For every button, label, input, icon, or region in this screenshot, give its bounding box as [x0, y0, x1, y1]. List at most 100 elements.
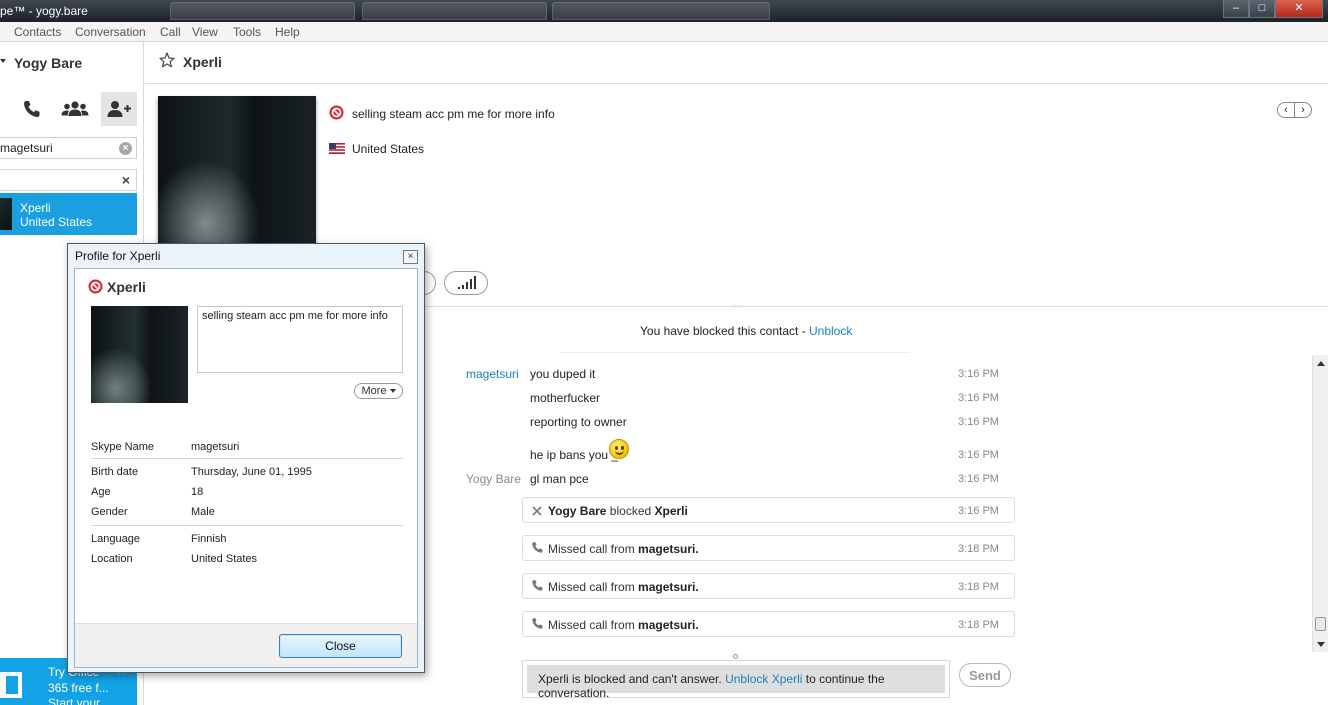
create-group-button[interactable] [57, 92, 93, 126]
scroll-thumb[interactable] [1315, 617, 1326, 631]
blocked-composer-banner: Xperli is blocked and can't answer. Unbl… [527, 665, 945, 700]
conversation-title: Xperli [183, 54, 222, 70]
phone-icon [24, 101, 40, 117]
call-quality-button[interactable] [444, 271, 488, 295]
event-text: Missed call from magetsuri. [548, 618, 699, 632]
dialog-profile-picture [91, 306, 188, 403]
contact-location: United States [20, 215, 93, 229]
dialog-close-icon[interactable]: × [403, 250, 418, 264]
chat-scrollbar[interactable] [1312, 355, 1328, 652]
missed-call-event: Missed call from magetsuri. 3:18 PM [522, 535, 1015, 561]
block-event: Yogy Bare blocked Xperli 3:16 PM [522, 497, 1015, 523]
ad-line-2: 365 free f... [48, 681, 109, 695]
dialog-body: Xperli selling steam acc pm me for more … [74, 268, 418, 668]
menu-conversation[interactable]: Conversation [75, 25, 146, 39]
previous-arrow-icon[interactable]: ‹ [1278, 103, 1294, 117]
menu-bar: Contacts Conversation Call View Tools He… [0, 22, 1328, 42]
close-icon [532, 506, 542, 516]
message-sender[interactable]: magetsuri [466, 367, 519, 381]
birth-date-label: Birth date [91, 466, 139, 478]
maximize-button[interactable]: □ [1249, 0, 1275, 18]
birth-date-value: Thursday, June 01, 1995 [191, 466, 312, 478]
more-dropdown-button[interactable]: More [354, 383, 403, 399]
menu-tools[interactable]: Tools [233, 25, 261, 39]
message-text: motherfucker [530, 391, 601, 405]
search-input[interactable] [0, 140, 110, 156]
close-window-button[interactable]: ✕ [1275, 0, 1323, 18]
phone-icon [532, 580, 543, 591]
star-icon[interactable] [159, 52, 175, 68]
gender-value: Male [191, 506, 215, 518]
contact-list-item[interactable]: Xperli United States [0, 193, 137, 235]
scroll-up-arrow-icon[interactable] [1317, 361, 1325, 366]
event-text: Yogy Bare blocked Xperli [548, 504, 688, 518]
menu-call[interactable]: Call [160, 25, 181, 39]
event-text: Missed call from magetsuri. [548, 542, 699, 556]
profile-name[interactable]: Yogy Bare [14, 55, 82, 71]
chevron-down-icon[interactable] [0, 59, 6, 63]
composer-resize-handle[interactable] [733, 654, 738, 659]
clear-search-icon[interactable]: × [119, 142, 132, 155]
send-button[interactable]: Send [959, 663, 1011, 687]
next-arrow-icon[interactable]: › [1294, 103, 1311, 117]
language-label: Language [91, 533, 140, 545]
add-contact-button[interactable] [101, 92, 137, 126]
menu-contacts[interactable]: Contacts [14, 25, 61, 39]
event-time: 3:18 PM [958, 543, 999, 555]
field-separator [91, 458, 403, 459]
office-logo-icon [0, 672, 22, 698]
message-text: you duped it [530, 367, 596, 381]
menu-view[interactable]: View [192, 25, 218, 39]
profile-dialog: Profile for Xperli × Xperli selling stea… [67, 243, 425, 673]
age-label: Age [91, 486, 111, 498]
skype-status-icon [329, 105, 344, 120]
add-contact-icon [107, 101, 131, 117]
message-text: he ip bans you _ [530, 448, 619, 462]
ad-line-3: Start your [48, 696, 101, 705]
smiley-emoticon-icon [609, 439, 629, 459]
event-time: 3:18 PM [958, 581, 999, 593]
call-phone-button[interactable] [14, 92, 50, 126]
event-text: Missed call from magetsuri. [548, 580, 699, 594]
conversation-header: Xperli [145, 42, 1328, 84]
unblock-contact-link[interactable]: Unblock Xperli [725, 672, 802, 686]
event-time: 3:18 PM [958, 619, 999, 631]
close-button[interactable]: Close [279, 634, 402, 658]
dialog-title: Profile for Xperli [75, 249, 161, 263]
message-time: 3:16 PM [958, 392, 999, 404]
missed-call-event: Missed call from magetsuri. 3:18 PM [522, 611, 1015, 637]
event-time: 3:16 PM [958, 505, 999, 517]
search-box: × [0, 137, 137, 159]
resize-handle[interactable]: ... [733, 296, 743, 310]
message-composer[interactable]: Xperli is blocked and can't answer. Unbl… [522, 660, 950, 700]
message-time: 3:16 PM [958, 368, 999, 380]
group-icon [61, 101, 89, 116]
window-title: pe™ - yogy.bare [0, 4, 88, 18]
location-value: United States [191, 553, 258, 565]
message-sender[interactable]: Yogy Bare [466, 472, 521, 486]
contact-avatar [0, 198, 12, 230]
title-bar: pe™ - yogy.bare – □ ✕ [0, 0, 1328, 22]
minimize-button[interactable]: – [1223, 0, 1249, 18]
contact-country: United States [352, 142, 425, 156]
chevron-down-icon [389, 389, 396, 394]
composer-blocked-text: Xperli is blocked and can't answer. Unbl… [538, 672, 885, 700]
skype-name-label: Skype Name [91, 441, 154, 453]
menu-help[interactable]: Help [275, 25, 300, 39]
location-label: Location [91, 553, 133, 565]
contact-profile-picture[interactable] [158, 96, 316, 246]
blocked-notice: You have blocked this contact - Unblock [640, 324, 852, 338]
skype-name-value: magetsuri [191, 441, 240, 453]
mood-message: selling steam acc pm me for more info [352, 107, 555, 121]
dialog-contact-name: Xperli [107, 279, 146, 295]
close-results-icon[interactable]: × [122, 172, 130, 188]
dialog-footer: Close [75, 623, 417, 667]
message-time: 3:16 PM [958, 449, 999, 461]
unblock-link[interactable]: Unblock [809, 324, 852, 338]
message-time: 3:16 PM [958, 473, 999, 485]
background-tab [552, 2, 770, 20]
scroll-down-arrow-icon[interactable] [1317, 642, 1325, 647]
age-value: 18 [191, 486, 204, 498]
missed-call-event: Missed call from magetsuri. 3:18 PM [522, 573, 1015, 599]
search-results-header: × [0, 169, 137, 191]
